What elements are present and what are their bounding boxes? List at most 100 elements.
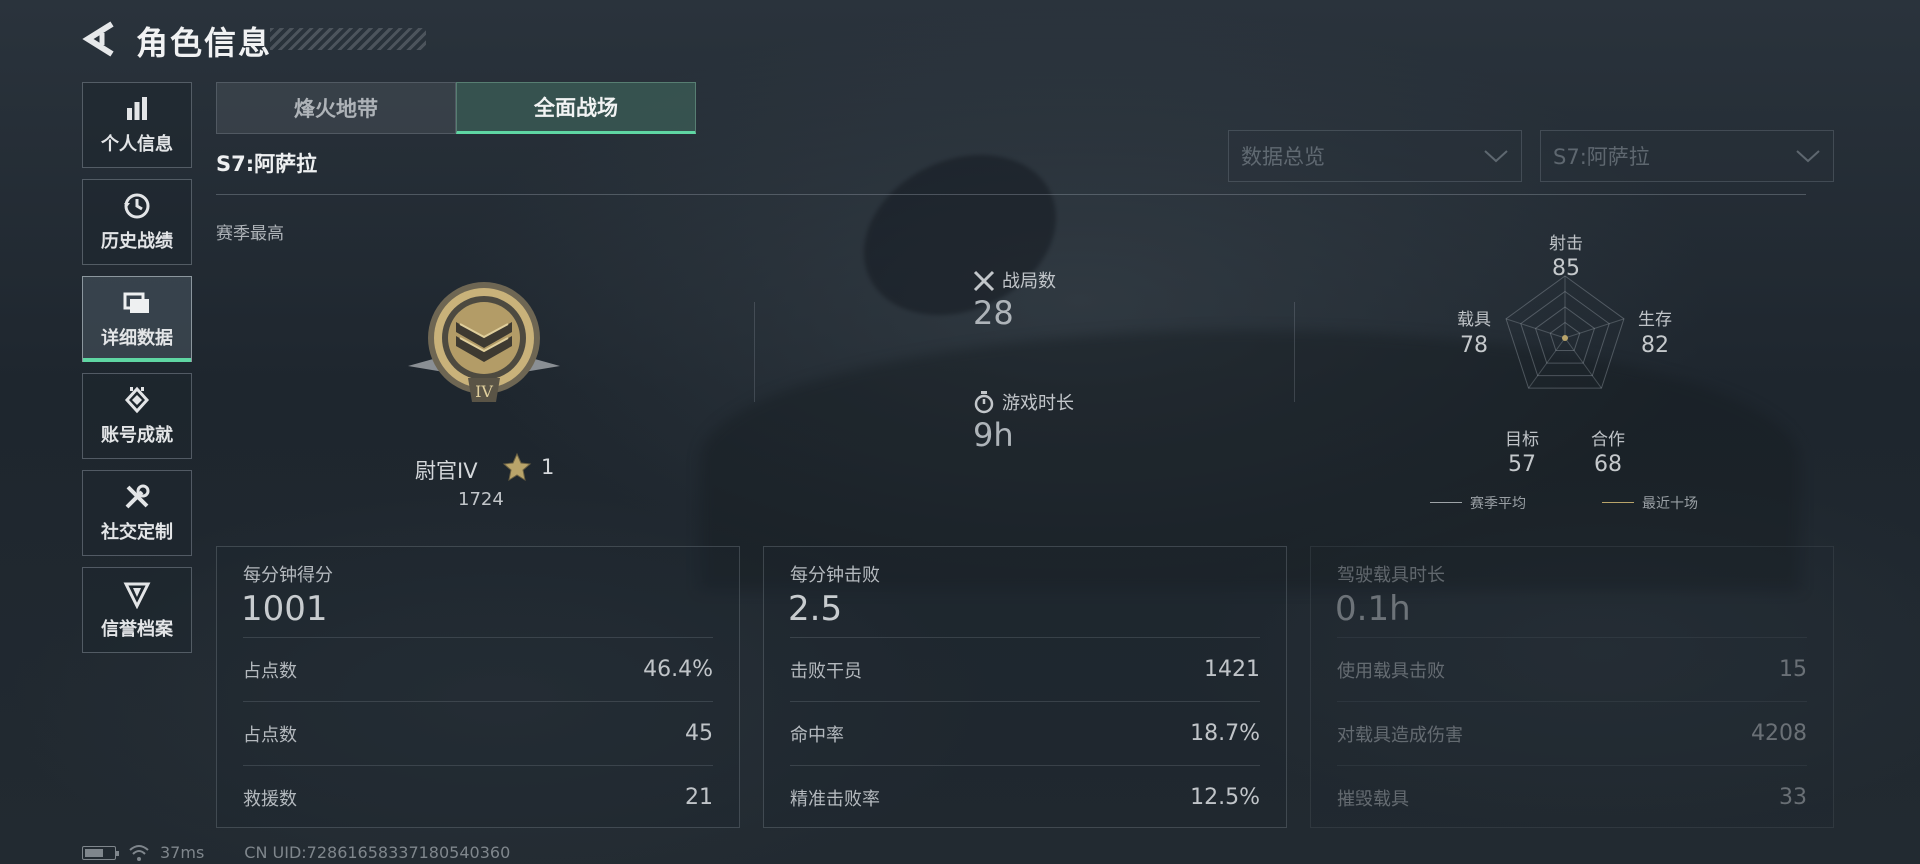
back-arrow-icon[interactable] [82, 20, 116, 58]
crossed-swords-icon [973, 270, 995, 292]
rank-points: 1724 [458, 489, 504, 510]
panel-title: 每分钟击败 [790, 565, 880, 586]
stopwatch-icon [974, 391, 994, 414]
rank-name: 尉官IV [415, 459, 478, 483]
row-label: 击败干员 [790, 660, 862, 682]
battery-icon [82, 845, 119, 860]
row-label: 占点数 [243, 724, 297, 746]
radar-value-cooperation: 68 [1594, 452, 1622, 477]
legend-label: 最近十场 [1642, 496, 1698, 512]
tools-icon [125, 484, 150, 509]
rank-badge-icon: IV [408, 282, 560, 402]
season-best-label: 赛季最高 [216, 224, 284, 244]
panel-title: 每分钟得分 [243, 565, 333, 586]
row-value: 33 [1779, 785, 1807, 810]
history-icon [124, 193, 150, 219]
sidebar-item-label: 社交定制 [101, 522, 173, 543]
radar-label-shooting: 射击 [1549, 234, 1583, 254]
table-row: 击败干员 1421 [790, 637, 1260, 701]
table-row: 救援数 21 [243, 765, 713, 829]
sidebar-item-social[interactable]: 社交定制 [82, 470, 192, 556]
table-row: 摧毁载具 33 [1337, 765, 1807, 829]
table-row: 占点数 45 [243, 701, 713, 765]
panel-title: 驾驶载具时长 [1337, 565, 1445, 586]
row-value: 1421 [1204, 657, 1260, 682]
radar-value-survival: 82 [1641, 333, 1669, 358]
header-divider [216, 194, 1806, 195]
radar-value-objective: 57 [1508, 452, 1536, 477]
season-title: S7:阿萨拉 [216, 152, 318, 176]
table-row: 占点数 46.4% [243, 637, 713, 701]
sidebar-item-label: 详细数据 [101, 328, 173, 349]
row-value: 45 [685, 721, 713, 746]
sidebar-item-history[interactable]: 历史战绩 [82, 179, 192, 265]
sidebar-item-label: 信誉档案 [101, 619, 173, 640]
radar-label-objective: 目标 [1505, 430, 1539, 450]
kills-panel: 每分钟击败 2.5 击败干员 1421 命中率 18.7% 精准击败率 12.5… [763, 546, 1287, 828]
section-divider [1294, 302, 1295, 402]
radar-label-cooperation: 合作 [1591, 430, 1625, 450]
sidebar-item-detailed-data[interactable]: 详细数据 [82, 276, 192, 362]
ability-radar-chart [1505, 275, 1625, 389]
playtime-value: 9h [973, 416, 1014, 454]
sidebar: 个人信息 历史战绩 详细数据 账号成就 社交定制 信誉档案 [82, 82, 192, 664]
table-row: 使用载具击败 15 [1337, 637, 1807, 701]
dropdown-value: S7:阿萨拉 [1553, 145, 1650, 169]
legend-swatch-season-average [1430, 502, 1462, 503]
sidebar-item-label: 个人信息 [101, 134, 173, 155]
vehicle-panel: 驾驶载具时长 0.1h 使用载具击败 15 对载具造成伤害 4208 摧毁载具 … [1310, 546, 1834, 828]
page-title: 角色信息 [136, 24, 273, 62]
achievement-icon [124, 386, 150, 414]
radar-label-vehicle: 载具 [1457, 310, 1491, 330]
ping-value: 37ms [160, 843, 205, 862]
dropdown-value: 数据总览 [1241, 145, 1325, 169]
mode-tabs: 烽火地带 全面战场 [216, 82, 696, 134]
radar-label-survival: 生存 [1638, 310, 1672, 330]
row-label: 占点数 [243, 660, 297, 682]
panel-value: 0.1h [1335, 589, 1411, 629]
shield-icon [123, 582, 151, 609]
title-decoration [270, 28, 426, 50]
row-value: 15 [1779, 657, 1807, 682]
user-uid: CN UID:72861658337180540360 [244, 843, 511, 862]
sidebar-item-profile[interactable]: 个人信息 [82, 82, 192, 168]
row-label: 命中率 [790, 724, 844, 746]
sidebar-item-label: 历史战绩 [101, 231, 173, 252]
legend-swatch-recent-ten [1602, 502, 1634, 503]
row-label: 对载具造成伤害 [1337, 724, 1463, 746]
row-value: 18.7% [1190, 721, 1260, 746]
svg-text:IV: IV [475, 382, 493, 401]
row-label: 使用载具击败 [1337, 660, 1445, 682]
data-overview-dropdown[interactable]: 数据总览 [1228, 130, 1522, 182]
chevron-down-icon [1796, 150, 1820, 163]
bar-chart-icon [127, 97, 147, 120]
row-label: 救援数 [243, 788, 297, 810]
rank-star-count: 1 [541, 455, 555, 479]
season-dropdown[interactable]: S7:阿萨拉 [1540, 130, 1834, 182]
sidebar-item-achievements[interactable]: 账号成就 [82, 373, 192, 459]
row-label: 摧毁载具 [1337, 788, 1409, 810]
radar-center-point [1562, 335, 1568, 341]
playtime-label: 游戏时长 [1002, 393, 1074, 414]
table-row: 命中率 18.7% [790, 701, 1260, 765]
matches-value: 28 [973, 294, 1014, 332]
tab-warzone-extraction[interactable]: 烽火地带 [216, 82, 456, 134]
sidebar-item-label: 账号成就 [101, 425, 173, 446]
sidebar-item-reputation[interactable]: 信誉档案 [82, 567, 192, 653]
row-value: 21 [685, 785, 713, 810]
table-row: 对载具造成伤害 4208 [1337, 701, 1807, 765]
matches-label: 战局数 [1002, 271, 1056, 292]
row-value: 46.4% [643, 657, 713, 682]
panel-value: 2.5 [788, 589, 843, 629]
table-row: 精准击败率 12.5% [790, 765, 1260, 829]
folders-icon [123, 292, 149, 313]
star-icon [502, 452, 532, 482]
status-bar: 37ms CN UID:72861658337180540360 [82, 843, 510, 862]
chevron-down-icon [1484, 150, 1508, 163]
legend-label: 赛季平均 [1470, 496, 1526, 512]
radar-value-vehicle: 78 [1460, 333, 1488, 358]
score-panel: 每分钟得分 1001 占点数 46.4% 占点数 45 救援数 21 [216, 546, 740, 828]
radar-value-shooting: 85 [1552, 256, 1580, 281]
tab-full-battlefield[interactable]: 全面战场 [456, 82, 696, 134]
row-value: 12.5% [1190, 785, 1260, 810]
